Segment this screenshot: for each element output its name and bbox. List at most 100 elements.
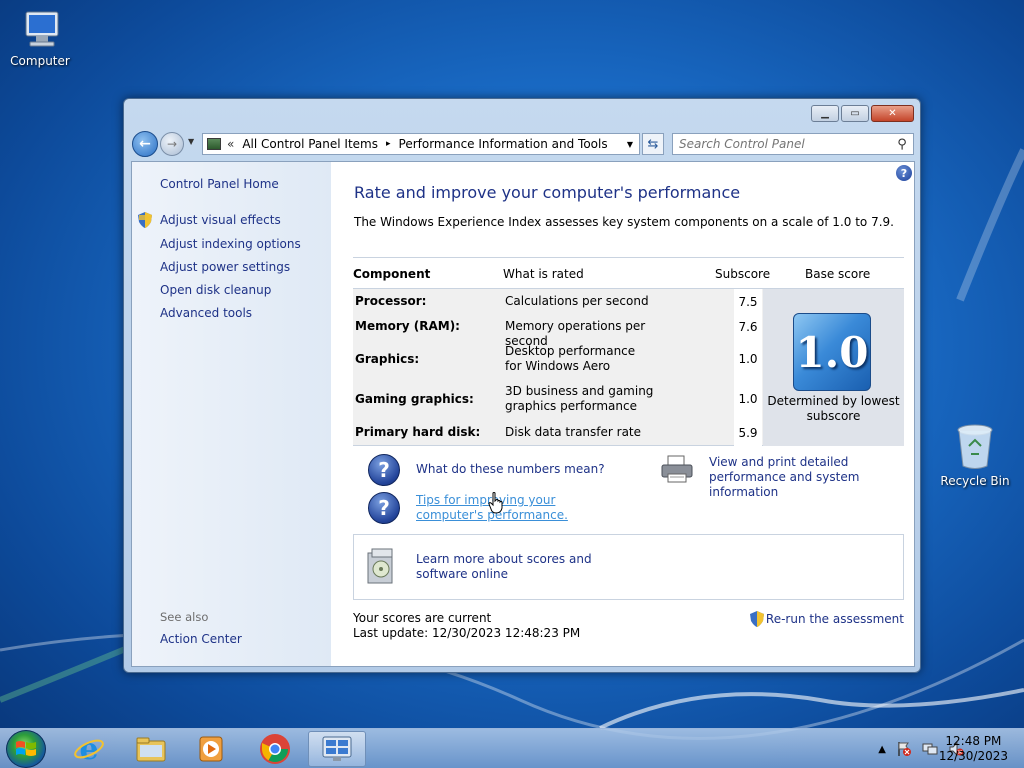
desktop-icon-label: Computer <box>10 54 70 68</box>
windows-logo-icon <box>16 741 36 756</box>
performance-window: ▁ ▭ ✕ ← → ▼ « All Control Panel Items ▸ … <box>123 98 921 673</box>
subscore-value: 1.0 <box>734 339 762 379</box>
scores-current-text: Your scores are current <box>353 611 492 625</box>
back-arrow-icon: ← <box>139 136 151 152</box>
desktop-icon-label: Recycle Bin <box>940 474 1010 488</box>
breadcrumb-performance[interactable]: Performance Information and Tools <box>399 137 608 151</box>
address-dropdown-button[interactable]: ▼ <box>621 140 639 149</box>
hand-cursor-icon <box>488 492 503 514</box>
taskbar-file-explorer[interactable] <box>122 731 180 767</box>
control-panel-home-link[interactable]: Control Panel Home <box>160 177 279 191</box>
desktop-icon-computer[interactable]: Computer <box>0 8 80 68</box>
base-score-caption: Determined by lowest subscore <box>767 394 900 423</box>
back-button[interactable]: ← <box>132 131 158 157</box>
clock-time: 12:48 PM <box>945 734 1002 748</box>
experience-index-table: Component What is rated Subscore Base sc… <box>353 257 904 446</box>
rerun-assessment-link[interactable]: Re-run the assessment <box>749 611 904 627</box>
window-controls: ▁ ▭ ✕ <box>811 105 914 122</box>
maximize-button[interactable]: ▭ <box>841 105 869 122</box>
breadcrumb-separator-icon[interactable]: ▸ <box>386 139 391 149</box>
computer-icon <box>25 11 59 47</box>
subscore-value: 1.0 <box>734 379 762 419</box>
table-row: Memory (RAM): Memory operations per seco… <box>353 314 763 348</box>
see-also-heading: See also <box>160 610 209 624</box>
header-base-score: Base score <box>805 267 871 281</box>
media-player-icon <box>199 736 223 762</box>
minimize-button[interactable]: ▁ <box>811 105 839 122</box>
desktop-icon-recycle-bin[interactable]: Recycle Bin <box>935 422 1015 488</box>
view-print-details-link[interactable]: View and print detailed performance and … <box>709 455 909 500</box>
show-hidden-icons-button[interactable]: ▲ <box>878 744 886 755</box>
minimize-icon: ▁ <box>821 108 829 119</box>
taskbar-internet-explorer[interactable]: e <box>60 731 118 767</box>
network-icon[interactable] <box>922 741 938 757</box>
help-question-icon: ? <box>368 492 400 524</box>
breadcrumb-all-items[interactable]: All Control Panel Items <box>242 137 378 151</box>
taskbar-performance-window[interactable] <box>308 731 366 767</box>
help-question-icon: ? <box>368 454 400 486</box>
adjust-visual-effects-link[interactable]: Adjust visual effects <box>160 213 281 227</box>
task-pane: Control Panel Home Adjust visual effects… <box>132 162 331 666</box>
page-title: Rate and improve your computer's perform… <box>354 183 741 202</box>
folder-icon <box>136 737 166 762</box>
search-input[interactable] <box>679 137 891 151</box>
clock[interactable]: 12:48 PM 12/30/2023 <box>939 734 1008 764</box>
subscore-value: 7.6 <box>734 314 762 339</box>
close-icon: ✕ <box>888 108 897 119</box>
maximize-icon: ▭ <box>850 108 860 119</box>
close-button[interactable]: ✕ <box>871 105 914 122</box>
header-component: Component <box>353 267 431 281</box>
rated-description: Disk data transfer rate <box>505 425 642 439</box>
rated-description: Calculations per second <box>505 294 649 308</box>
svg-text:e: e <box>79 733 98 765</box>
search-box[interactable]: ⚲ <box>672 133 914 155</box>
adjust-power-settings-link[interactable]: Adjust power settings <box>160 260 290 274</box>
table-row: Processor: Calculations per second 7.5 <box>353 289 763 314</box>
refresh-icon: ⇆ <box>647 136 659 152</box>
tips-improving-link[interactable]: Tips for improving your computer's perfo… <box>416 493 626 523</box>
adjust-indexing-options-link[interactable]: Adjust indexing options <box>160 237 301 251</box>
action-center-flag-icon[interactable] <box>896 741 912 757</box>
chevron-down-icon: ▼ <box>188 137 195 146</box>
last-update-text: Last update: 12/30/2023 12:48:23 PM <box>353 626 581 640</box>
component-name: Graphics: <box>355 352 420 366</box>
base-score-panel: 1.0 Determined by lowest subscore <box>763 289 904 446</box>
software-box-icon <box>367 548 393 584</box>
action-center-link[interactable]: Action Center <box>160 632 242 646</box>
start-button[interactable] <box>6 730 46 768</box>
component-name: Processor: <box>355 294 427 308</box>
taskbar-media-player[interactable] <box>182 731 240 767</box>
table-body: Processor: Calculations per second 7.5 M… <box>353 289 904 446</box>
uac-shield-icon <box>749 611 764 627</box>
refresh-button[interactable]: ⇆ <box>642 133 664 155</box>
table-header: Component What is rated Subscore Base sc… <box>353 257 904 289</box>
help-icon[interactable]: ? <box>896 165 912 181</box>
search-icon[interactable]: ⚲ <box>891 137 913 152</box>
table-row: Graphics: Desktop performance for Window… <box>353 339 763 379</box>
recent-pages-button[interactable]: ▼ <box>188 137 194 146</box>
chrome-icon <box>260 734 290 764</box>
table-row: Gaming graphics: 3D business and gaming … <box>353 379 763 419</box>
forward-button[interactable]: → <box>160 132 184 156</box>
open-disk-cleanup-link[interactable]: Open disk cleanup <box>160 283 271 297</box>
navigation-bar: ← → ▼ « All Control Panel Items ▸ Perfor… <box>132 130 914 158</box>
rated-description: Desktop performance for Windows Aero <box>505 344 636 373</box>
forward-arrow-icon: → <box>166 137 178 151</box>
printer-icon <box>661 455 693 483</box>
main-pane: ? Rate and improve your computer's perfo… <box>331 162 914 666</box>
address-bar[interactable]: « All Control Panel Items ▸ Performance … <box>202 133 640 155</box>
component-name: Primary hard disk: <box>355 425 481 439</box>
control-panel-icon <box>207 138 221 150</box>
what-numbers-mean-link[interactable]: What do these numbers mean? <box>416 462 605 477</box>
performance-tools-icon <box>322 736 352 761</box>
chevron-down-icon: ▼ <box>626 139 634 149</box>
taskbar-chrome[interactable] <box>246 731 304 767</box>
subscore-value: 5.9 <box>734 419 762 446</box>
breadcrumb-overflow[interactable]: « <box>227 137 234 151</box>
subscore-value: 7.5 <box>734 289 762 314</box>
rated-description: 3D business and gaming graphics performa… <box>505 384 654 413</box>
rerun-assessment-label: Re-run the assessment <box>765 612 904 626</box>
recycle-bin-icon <box>957 424 993 469</box>
advanced-tools-link[interactable]: Advanced tools <box>160 306 252 320</box>
learn-more-scores-link[interactable]: Learn more about scores and software onl… <box>416 552 631 582</box>
